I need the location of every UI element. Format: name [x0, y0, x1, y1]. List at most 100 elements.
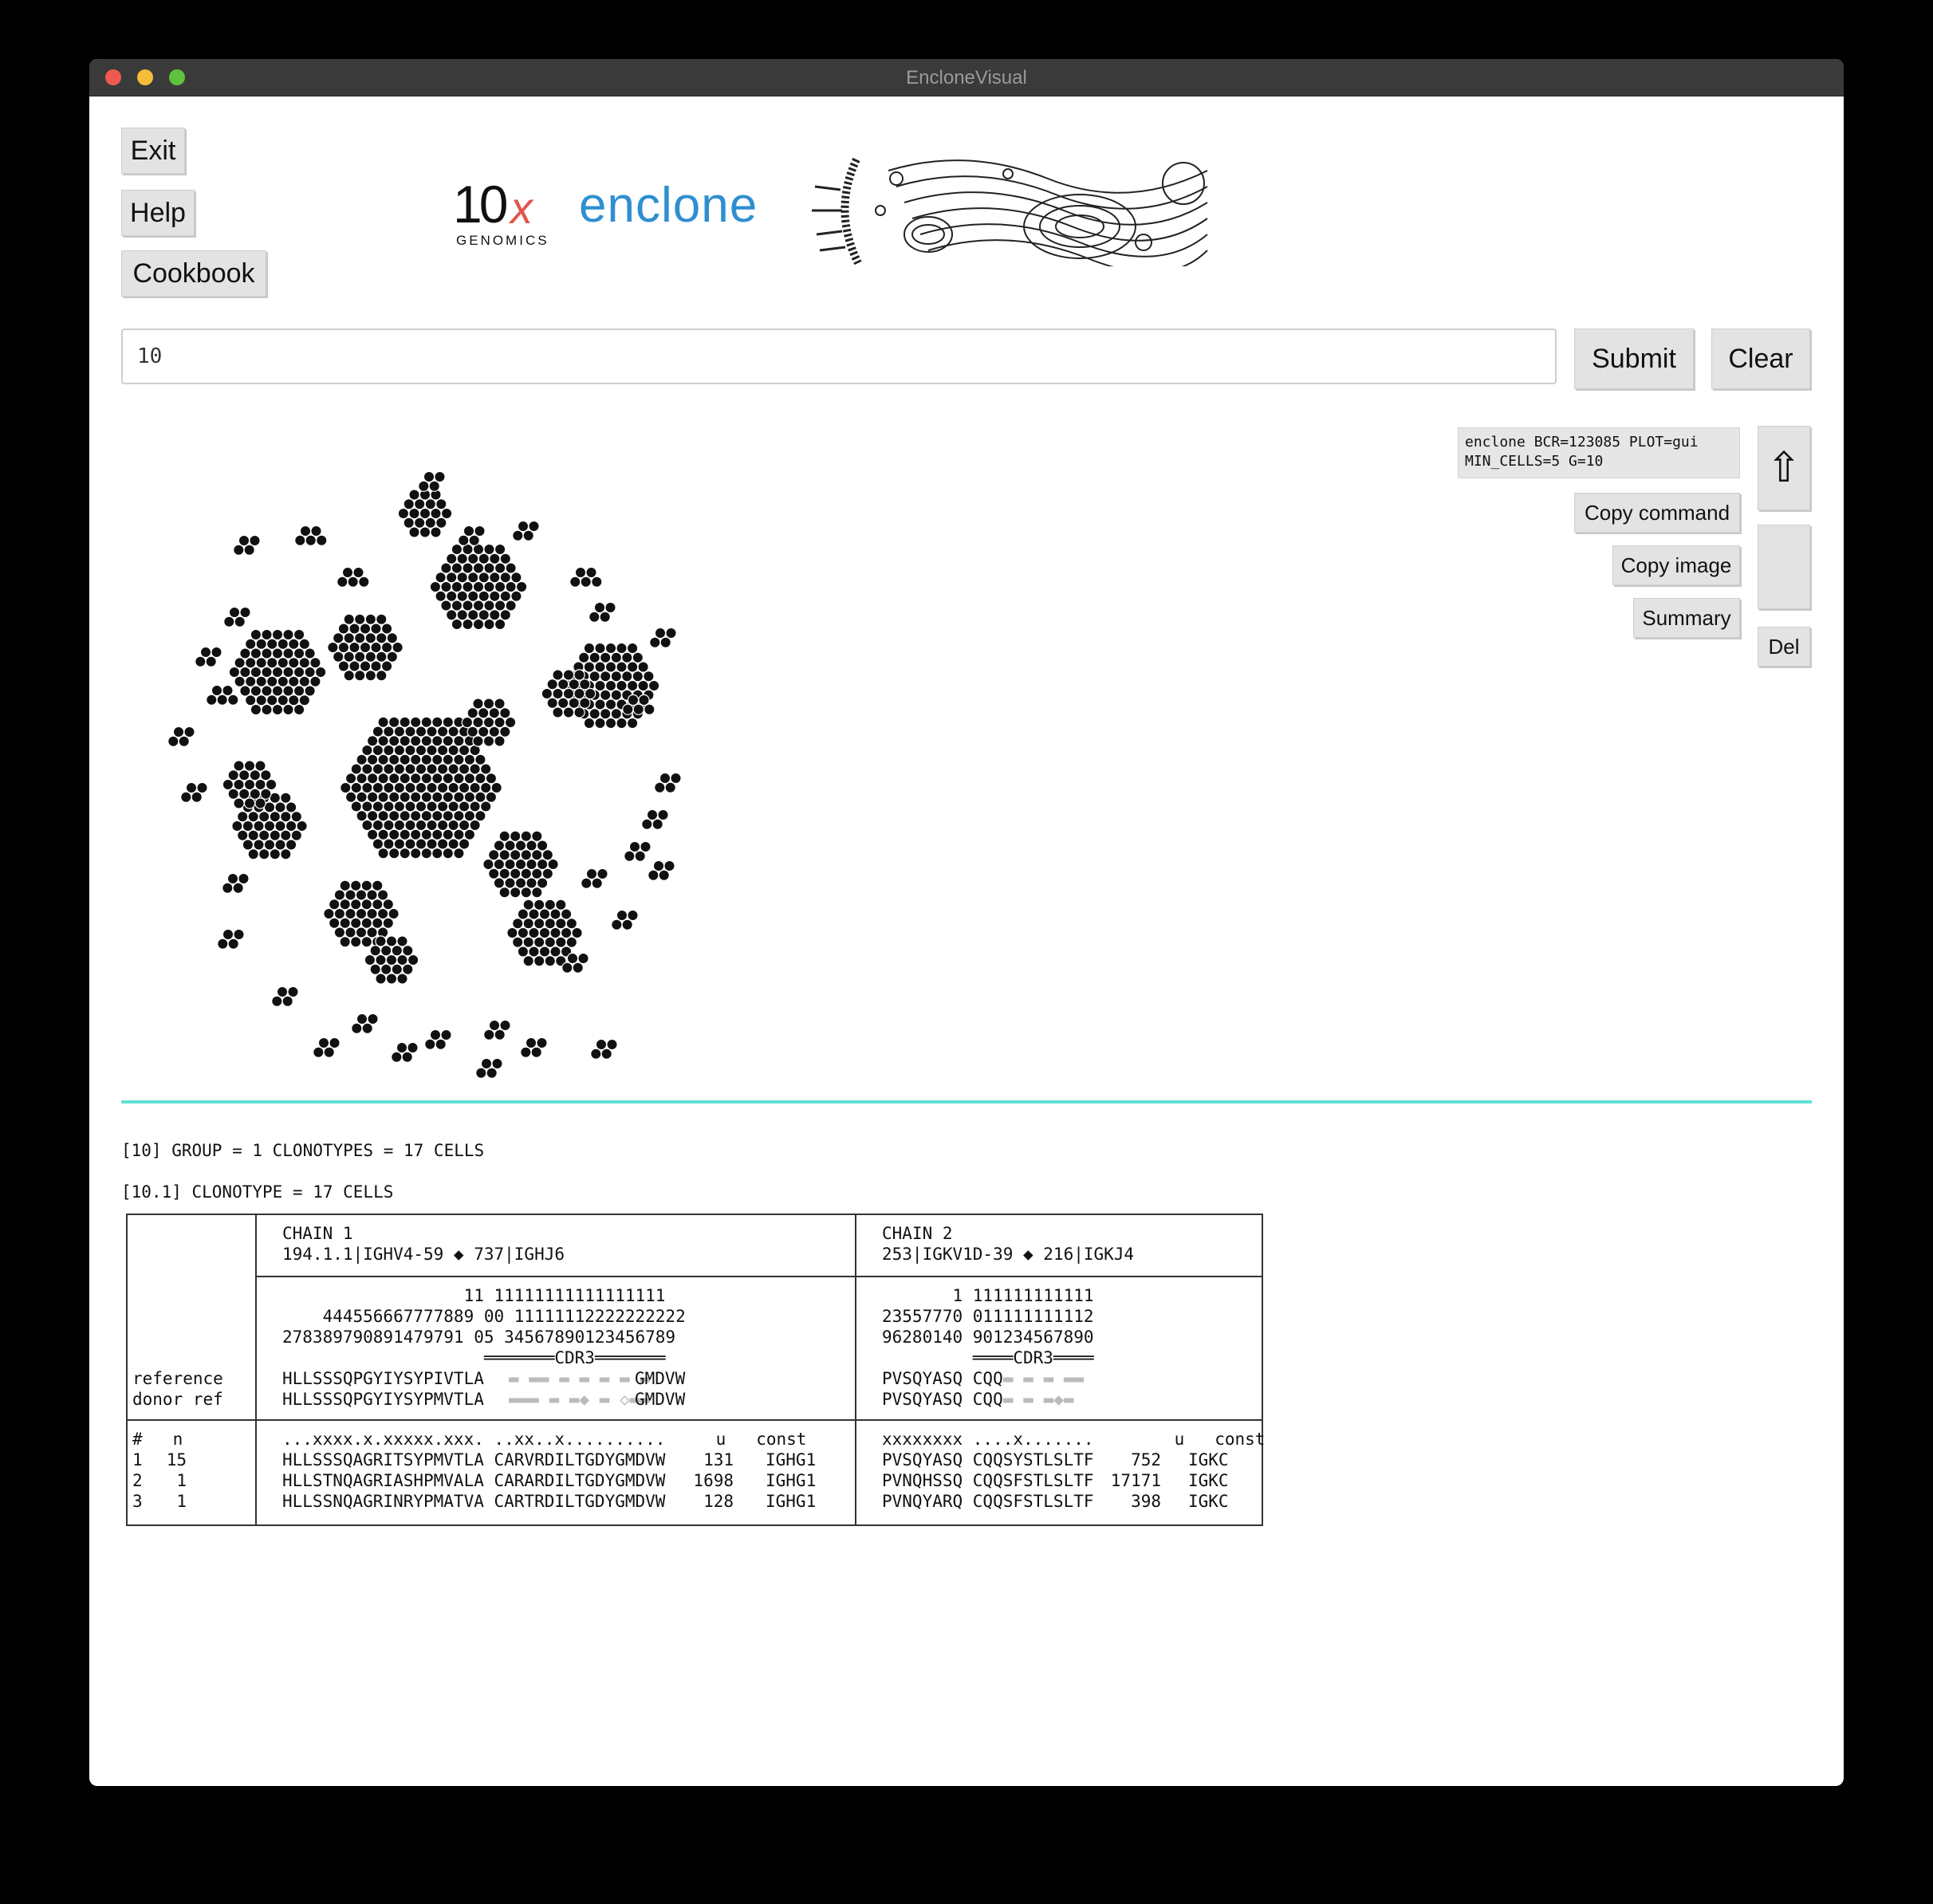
clonotype-cluster-small[interactable] [167, 726, 195, 747]
cell-dot [544, 918, 557, 930]
cell-dot [350, 781, 362, 794]
cell-dot [447, 801, 459, 812]
clonotype-cluster-small[interactable] [206, 684, 239, 706]
copy-image-button[interactable]: Copy image [1612, 545, 1740, 585]
clonotype-plot[interactable] [126, 469, 780, 1123]
cell-dot [485, 791, 498, 803]
down-arrow-button[interactable] [1758, 525, 1810, 609]
cell-dot [298, 694, 310, 706]
cell-dot [372, 781, 384, 794]
cell-dot [561, 962, 573, 974]
cell-dot [531, 849, 543, 861]
clonotype-cluster-small[interactable] [589, 601, 616, 623]
copy-command-button[interactable]: Copy command [1574, 493, 1740, 533]
del-button[interactable]: Del [1758, 627, 1810, 667]
clonotype-cluster[interactable] [429, 543, 528, 631]
cell-dot [499, 553, 511, 565]
group-line: [10] GROUP = 1 CLONOTYPES = 17 CELLS [121, 1141, 485, 1160]
cell-dot [446, 553, 458, 565]
clonotype-cluster-small[interactable] [233, 534, 261, 556]
clonotype-cluster-small[interactable] [271, 985, 299, 1007]
cell-dot [339, 936, 351, 948]
cell-dot [494, 600, 506, 612]
up-arrow-button[interactable]: ⇧ [1758, 426, 1810, 510]
clonotype-cluster-small[interactable] [180, 781, 208, 803]
cell-dot [222, 882, 234, 894]
clonotype-cluster-small[interactable] [641, 808, 669, 830]
clonotype-cluster-small[interactable] [294, 525, 328, 546]
cell-dot [265, 778, 278, 791]
cookbook-button[interactable]: Cookbook [121, 250, 266, 297]
clonotype-cluster-small[interactable] [222, 872, 250, 894]
cell-dot [589, 651, 600, 663]
cell-dot [447, 726, 459, 738]
cell-dot [402, 945, 414, 957]
clonotype-cluster-small[interactable] [654, 772, 682, 793]
help-button[interactable]: Help [121, 190, 195, 236]
cell-dot [282, 685, 294, 697]
cell-dot [399, 753, 411, 765]
submit-button[interactable]: Submit [1574, 328, 1694, 389]
clonotype-cluster-small[interactable] [520, 1037, 548, 1058]
cell-dot [442, 810, 454, 822]
clonotype-cluster-small[interactable] [418, 470, 446, 492]
clonotype-cluster-small[interactable] [217, 928, 245, 950]
cell-dot [510, 590, 522, 602]
cell-dot [253, 839, 265, 851]
cell-dot [415, 801, 427, 812]
clear-button[interactable]: Clear [1711, 328, 1810, 389]
clonotype-cluster-small[interactable] [590, 1038, 618, 1060]
cell-dot [372, 763, 384, 775]
up-arrow-icon: ⇧ [1766, 445, 1801, 491]
clonotype-cluster-small[interactable] [337, 566, 370, 588]
cell-dot [205, 655, 217, 667]
clonotype-cluster-small[interactable] [581, 867, 608, 889]
row-chain1-const: IGHG1 [766, 1492, 817, 1511]
cell-dot [670, 772, 682, 785]
cell-dot [327, 641, 339, 654]
clonotype-cluster[interactable] [327, 613, 404, 682]
cell-dot [274, 820, 286, 832]
clonotype-cluster-small[interactable] [391, 1041, 419, 1063]
clonotype-cluster-small[interactable] [649, 627, 677, 648]
cell-dot [236, 811, 249, 823]
clonotype-cluster[interactable] [397, 489, 453, 538]
clonotype-cluster-small[interactable] [424, 1029, 452, 1050]
cell-dot [396, 1041, 408, 1054]
cell-dot [316, 534, 328, 546]
clonotype-cluster-small[interactable] [648, 860, 675, 881]
cell-dot [468, 534, 480, 546]
clonotype-cluster-small[interactable] [313, 1037, 341, 1058]
clonotype-cluster-small[interactable] [458, 525, 486, 546]
cell-dot [274, 839, 286, 851]
cell-dot [514, 877, 527, 889]
logo-x-text: x [510, 183, 533, 233]
clonotype-cluster-small[interactable] [351, 1013, 379, 1034]
cell-dot [544, 936, 557, 948]
cell-dot [616, 909, 628, 922]
chain1-pos-line3: 278389790891479791 05 34567890123456789 [282, 1328, 676, 1347]
clonotype-cluster-small[interactable] [512, 520, 540, 541]
clonotype-cluster-small[interactable] [624, 840, 652, 862]
cell-dot [372, 917, 384, 929]
clonotype-cluster-small[interactable] [611, 909, 639, 930]
command-input[interactable] [121, 328, 1557, 384]
clonotype-cluster[interactable] [323, 879, 400, 948]
cell-dot [426, 801, 438, 812]
cell-dot [293, 647, 305, 659]
summary-button[interactable]: Summary [1633, 598, 1740, 638]
clonotype-cluster-small[interactable] [223, 606, 251, 627]
clonotype-cluster-small[interactable] [483, 1019, 511, 1041]
cell-dot [431, 791, 443, 803]
exit-button[interactable]: Exit [121, 128, 185, 174]
clonotype-cluster-small[interactable] [195, 646, 222, 667]
clonotype-cluster[interactable] [482, 830, 559, 899]
clonotype-cluster[interactable] [228, 628, 327, 716]
clonotype-cluster-small[interactable] [569, 566, 603, 588]
cell-dot [367, 1013, 379, 1025]
cell-dot [494, 618, 506, 631]
cell-dot [287, 985, 299, 998]
clonotype-cluster-small[interactable] [475, 1057, 503, 1079]
cell-dot [478, 726, 490, 738]
cell-dot [453, 848, 465, 860]
